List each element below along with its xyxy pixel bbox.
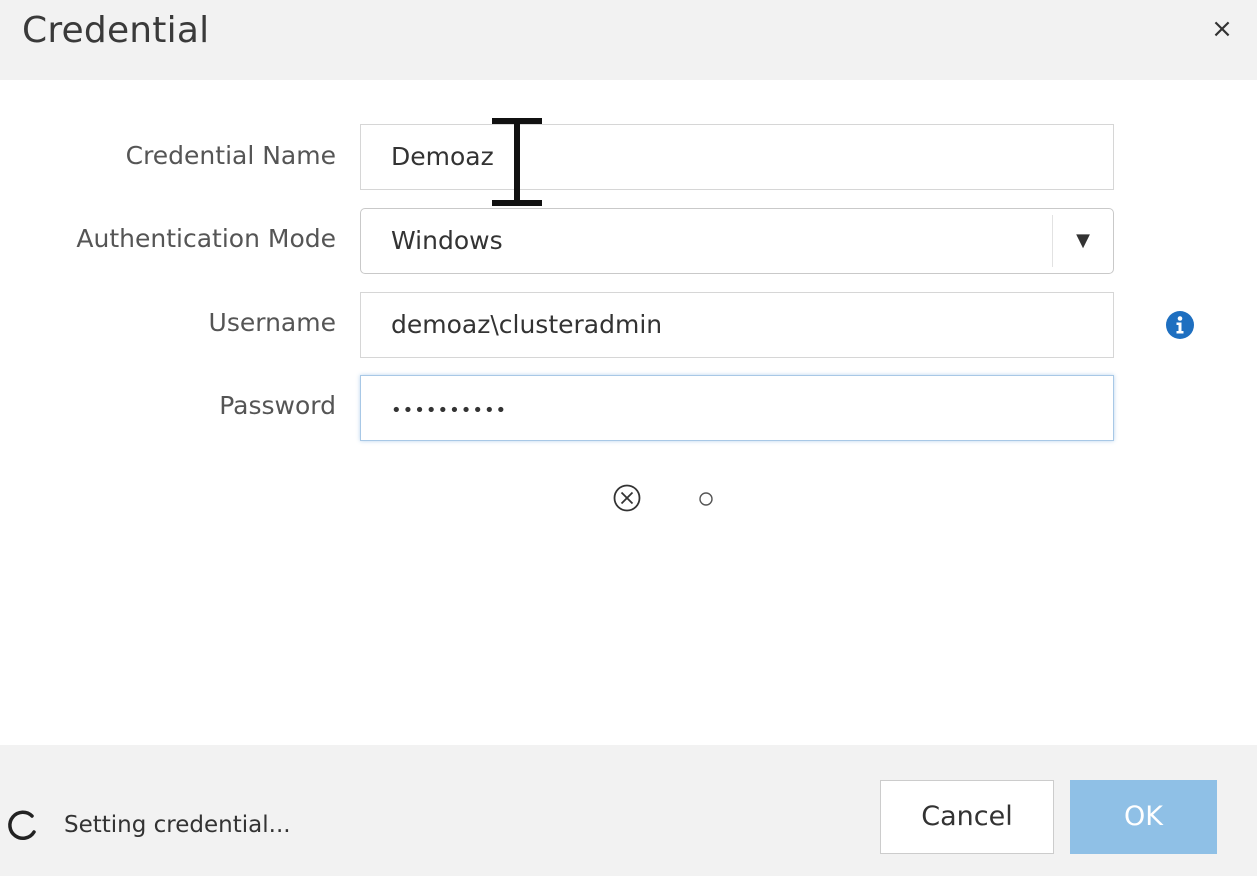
credential-name-label: Credential Name [125,141,336,170]
password-masked-value: •••••••••• [391,400,508,421]
password-input[interactable]: •••••••••• [360,375,1114,441]
credential-name-value: Demoaz [391,142,494,171]
authentication-mode-value: Windows [391,226,503,255]
loading-spinner-icon [8,810,36,840]
dialog-footer: Setting credential... Cancel OK [0,745,1257,876]
authentication-mode-label: Authentication Mode [76,224,336,253]
status-text: Setting credential... [64,812,291,838]
username-label: Username [208,308,336,337]
pending-circle-icon [699,492,713,506]
select-divider [1052,215,1053,267]
error-circle-icon [613,484,641,512]
chevron-down-icon[interactable]: ▼ [1071,209,1095,273]
text-cursor-icon [492,118,542,206]
dialog-title: Credential [22,10,210,51]
dialog-title-bar: Credential × [0,0,1257,80]
username-value: demoaz\clusteradmin [391,310,663,339]
credential-dialog: Credential × Credential Name Demoaz Auth… [0,0,1257,876]
credential-name-input[interactable]: Demoaz [360,124,1114,190]
info-icon[interactable] [1165,310,1195,340]
close-icon[interactable]: × [1207,14,1237,44]
username-input[interactable]: demoaz\clusteradmin [360,292,1114,358]
authentication-mode-select[interactable]: Windows ▼ [360,208,1114,274]
password-label: Password [219,391,336,420]
cancel-button[interactable]: Cancel [880,780,1054,854]
ok-button[interactable]: OK [1070,780,1217,854]
